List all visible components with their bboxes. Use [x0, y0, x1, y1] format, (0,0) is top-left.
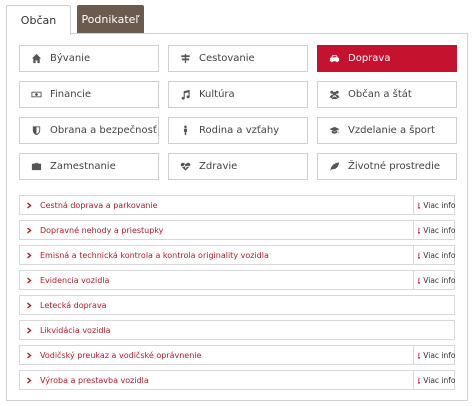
- content-panel: Bývanie Cestovanie Doprava Financie Kult…: [6, 33, 468, 401]
- category-doprava[interactable]: Doprava: [317, 45, 457, 72]
- subtopic-label[interactable]: Cestná doprava a parkovanie: [40, 201, 413, 210]
- more-info-button[interactable]: i Viac info: [413, 346, 456, 364]
- info-icon: i: [418, 226, 421, 234]
- category-label: Životné prostredie: [348, 161, 441, 172]
- subtopic-label[interactable]: Letecká doprava: [40, 301, 454, 310]
- subtopic-label[interactable]: Výroba a prestavba vozidla: [40, 376, 413, 385]
- subtopic-label[interactable]: Likvidácia vozidla: [40, 326, 454, 335]
- category-label: Obrana a bezpečnosť: [50, 125, 157, 136]
- category-label: Občan a štát: [348, 89, 412, 100]
- category-obcan-a-stat[interactable]: Občan a štát: [317, 81, 457, 108]
- category-label: Financie: [50, 89, 92, 100]
- category-byvanie[interactable]: Bývanie: [19, 45, 159, 72]
- home-icon: [30, 53, 42, 65]
- tab-podnikatel[interactable]: Podnikateľ: [77, 5, 144, 34]
- more-info-button[interactable]: i Viac info: [413, 246, 456, 264]
- chevron-right-icon: [26, 251, 32, 259]
- tab-obcan[interactable]: Občan: [6, 5, 71, 35]
- category-label: Bývanie: [50, 53, 91, 64]
- money-icon: [30, 89, 42, 101]
- more-info-label: Viac info: [423, 275, 456, 285]
- subtopic-row[interactable]: Vodičský preukaz a vodičské oprávnenie i…: [19, 345, 456, 365]
- chevron-right-icon: [26, 376, 32, 384]
- signpost-icon: [179, 53, 191, 65]
- category-zivotne-prostredie[interactable]: Životné prostredie: [317, 153, 457, 180]
- subtopic-row[interactable]: Evidencia vozidla i Viac info: [19, 270, 456, 290]
- more-info-button[interactable]: i Viac info: [413, 196, 456, 214]
- info-icon: i: [418, 201, 421, 209]
- info-icon: i: [418, 376, 421, 384]
- subtopic-row[interactable]: Výroba a prestavba vozidla i Viac info: [19, 370, 456, 390]
- category-vzdelanie-a-sport[interactable]: Vzdelanie a šport: [317, 117, 457, 144]
- category-zamestnanie[interactable]: Zamestnanie: [19, 153, 159, 180]
- chevron-right-icon: [26, 201, 32, 209]
- subtopic-label[interactable]: Dopravné nehody a priestupky: [40, 226, 413, 235]
- category-financie[interactable]: Financie: [19, 81, 159, 108]
- chevron-right-icon: [26, 301, 32, 309]
- category-label: Zamestnanie: [50, 161, 116, 172]
- car-icon: [328, 53, 340, 65]
- subtopic-row[interactable]: Letecká doprava: [19, 295, 455, 315]
- shield-icon: [30, 125, 42, 137]
- chevron-right-icon: [26, 326, 32, 334]
- briefcase-icon: [30, 161, 42, 173]
- category-zdravie[interactable]: Zdravie: [168, 153, 308, 180]
- subtopic-row[interactable]: Likvidácia vozidla: [19, 320, 455, 340]
- category-label: Rodina a vzťahy: [199, 125, 280, 136]
- graduation-cap-icon: [328, 125, 340, 137]
- info-icon: i: [418, 276, 421, 284]
- music-icon: [179, 89, 191, 101]
- category-label: Doprava: [348, 53, 391, 64]
- subtopic-label[interactable]: Vodičský preukaz a vodičské oprávnenie: [40, 351, 413, 360]
- subtopic-label[interactable]: Evidencia vozidla: [40, 276, 413, 285]
- subtopic-row[interactable]: Emisná a technická kontrola a kontrola o…: [19, 245, 456, 265]
- more-info-label: Viac info: [423, 200, 456, 210]
- category-rodina-a-vztahy[interactable]: Rodina a vzťahy: [168, 117, 308, 144]
- chevron-right-icon: [26, 276, 32, 284]
- category-label: Cestovanie: [199, 53, 255, 64]
- family-icon: [179, 125, 191, 137]
- more-info-label: Viac info: [423, 250, 456, 260]
- more-info-label: Viac info: [423, 375, 456, 385]
- subtopic-row[interactable]: Cestná doprava a parkovanie i Viac info: [19, 195, 456, 215]
- subtopic-label[interactable]: Emisná a technická kontrola a kontrola o…: [40, 251, 413, 260]
- heartbeat-icon: [179, 161, 191, 173]
- category-label: Zdravie: [199, 161, 238, 172]
- leaf-icon: [328, 161, 340, 173]
- more-info-label: Viac info: [423, 225, 456, 235]
- users-icon: [328, 89, 340, 101]
- more-info-button[interactable]: i Viac info: [413, 271, 456, 289]
- category-label: Vzdelanie a šport: [348, 125, 435, 136]
- chevron-right-icon: [26, 226, 32, 234]
- more-info-button[interactable]: i Viac info: [413, 371, 456, 389]
- chevron-right-icon: [26, 351, 32, 359]
- category-cestovanie[interactable]: Cestovanie: [168, 45, 308, 72]
- more-info-button[interactable]: i Viac info: [413, 221, 456, 239]
- audience-tabs: Občan Podnikateľ: [6, 5, 144, 35]
- info-icon: i: [418, 251, 421, 259]
- category-label: Kultúra: [199, 89, 235, 100]
- category-kultura[interactable]: Kultúra: [168, 81, 308, 108]
- subtopic-row[interactable]: Dopravné nehody a priestupky i Viac info: [19, 220, 456, 240]
- more-info-label: Viac info: [423, 350, 456, 360]
- info-icon: i: [418, 351, 421, 359]
- category-obrana-a-bezpecnost[interactable]: Obrana a bezpečnosť: [19, 117, 159, 144]
